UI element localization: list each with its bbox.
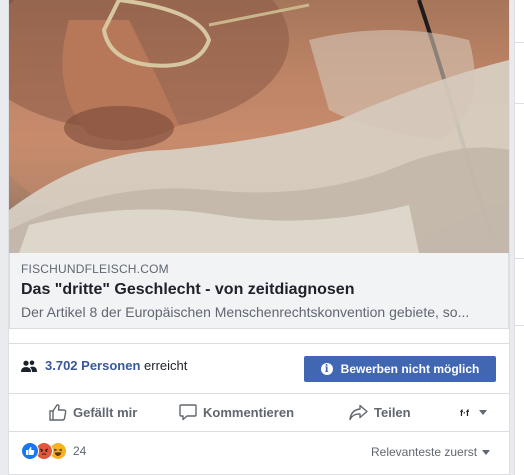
like-label: Gefällt mir [73, 404, 138, 420]
thumbs-up-icon [49, 404, 67, 421]
link-description: Der Artikel 8 der Europäischen Menschenr… [21, 304, 470, 320]
comment-icon [179, 404, 197, 421]
chevron-down-icon [479, 409, 487, 415]
sort-label: Relevanteste zuerst [371, 445, 478, 459]
comment-sort-dropdown[interactable]: Relevanteste zuerst [371, 445, 491, 459]
share-icon [349, 404, 368, 420]
link-title[interactable]: Das "dritte" Geschlecht - von zeitdiagno… [21, 281, 354, 299]
page-avatar-icon: f·f [460, 408, 470, 417]
divider [515, 42, 524, 43]
boost-button-label: Bewerben nicht möglich [340, 362, 480, 376]
post-actions-bar: Gefällt mir Kommentieren Teilen f·f [9, 393, 509, 431]
divider [9, 431, 509, 432]
reactions-summary[interactable]: 24 [21, 442, 86, 460]
photo-illustration [9, 0, 509, 253]
link-domain: FISCHUNDFLEISCH.COM [21, 262, 169, 276]
people-icon [21, 360, 37, 372]
divider [515, 258, 524, 259]
react-as-selector[interactable]: f·f [460, 393, 487, 431]
info-icon: i [320, 363, 333, 375]
boost-post-button[interactable]: i Bewerben nicht möglich [304, 356, 496, 382]
comment-label: Kommentieren [203, 404, 295, 420]
divider [515, 325, 524, 326]
share-button[interactable]: Teilen [349, 393, 411, 431]
divider [9, 343, 509, 344]
reach-count-link[interactable]: 3.702 Personen [45, 358, 140, 373]
reach-suffix: erreicht [144, 358, 188, 373]
post-card: FISCHUNDFLEISCH.COM Das "dritte" Geschle… [8, 0, 510, 475]
svg-text:f·f: f·f [460, 408, 470, 417]
share-label: Teilen [374, 404, 411, 420]
comment-button[interactable]: Kommentieren [179, 393, 294, 431]
like-button[interactable]: Gefällt mir [49, 393, 137, 431]
like-reaction-icon [21, 442, 39, 460]
link-preview-box[interactable]: FISCHUNDFLEISCH.COM Das "dritte" Geschle… [9, 253, 509, 329]
divider [515, 103, 524, 104]
link-preview-image[interactable] [9, 0, 509, 253]
reactions-count: 24 [73, 444, 87, 458]
reach-summary: 3.702 Personen erreicht [21, 358, 187, 373]
chevron-down-icon [482, 449, 491, 455]
right-column-edge [514, 0, 524, 475]
